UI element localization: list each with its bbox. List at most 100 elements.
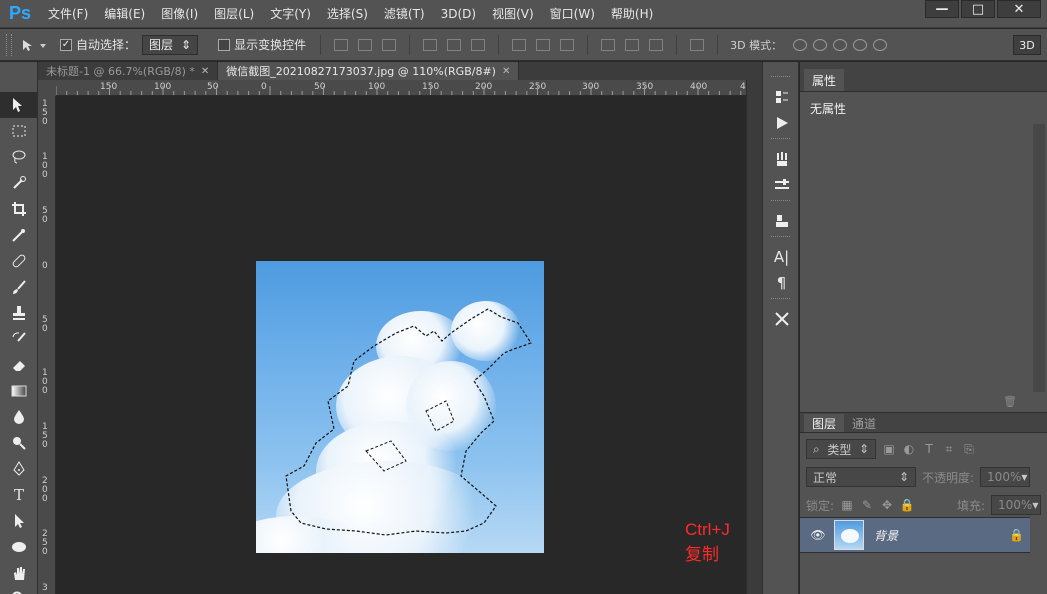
- type-tool[interactable]: T: [0, 482, 38, 508]
- layer-row-background[interactable]: 👁 背景 🔒: [800, 517, 1030, 553]
- ellipse-tool[interactable]: [0, 534, 38, 560]
- close-button[interactable]: ✕: [997, 0, 1041, 18]
- lock-transparency-icon[interactable]: ▦: [840, 498, 854, 512]
- 3d-rotate-icon[interactable]: [793, 38, 808, 51]
- document-image[interactable]: [256, 261, 544, 553]
- hand-tool[interactable]: [0, 560, 38, 586]
- lasso-tool[interactable]: [0, 144, 38, 170]
- menu-select[interactable]: 选择(S): [319, 0, 376, 28]
- character-panel-icon[interactable]: A|: [763, 244, 800, 270]
- lock-pixels-icon[interactable]: ✎: [860, 498, 874, 512]
- layer-name[interactable]: 背景: [874, 527, 1009, 544]
- paragraph-panel-icon[interactable]: ¶: [763, 270, 800, 296]
- clone-source-icon[interactable]: [763, 208, 800, 234]
- history-panel-icon[interactable]: [763, 84, 800, 110]
- menu-window[interactable]: 窗口(W): [542, 0, 603, 28]
- menu-type[interactable]: 文字(Y): [262, 0, 319, 28]
- canvas-scrollbar[interactable]: [746, 80, 762, 594]
- distribute-hcenter-icon[interactable]: [625, 38, 640, 51]
- brush-tool[interactable]: [0, 274, 38, 300]
- close-icon[interactable]: ✕: [502, 66, 510, 77]
- filter-shape-icon[interactable]: ⌗: [942, 442, 956, 456]
- distribute-bottom-icon[interactable]: [560, 38, 575, 51]
- clone-stamp-tool[interactable]: [0, 300, 38, 326]
- dock-grip[interactable]: [771, 298, 790, 304]
- align-top-icon[interactable]: [334, 38, 349, 51]
- options-grip[interactable]: [6, 33, 12, 56]
- distribute-left-icon[interactable]: [601, 38, 616, 51]
- distribute-right-icon[interactable]: [649, 38, 664, 51]
- show-transform-checkbox[interactable]: [218, 38, 231, 51]
- tab-layers[interactable]: 图层: [804, 414, 845, 432]
- tools-panel-icon[interactable]: [763, 306, 800, 332]
- distribute-vcenter-icon[interactable]: [536, 38, 551, 51]
- menu-file[interactable]: 文件(F): [40, 0, 96, 28]
- healing-brush-tool[interactable]: [0, 248, 38, 274]
- distribute-top-icon[interactable]: [512, 38, 527, 51]
- 3d-roll-icon[interactable]: [813, 38, 828, 51]
- gradient-tool[interactable]: [0, 378, 38, 404]
- dock-grip[interactable]: [771, 236, 790, 242]
- dock-grip[interactable]: [771, 138, 790, 144]
- blur-tool[interactable]: [0, 404, 38, 430]
- tab-screenshot[interactable]: 微信截图_20210827173037.jpg @ 110%(RGB/8#) ✕: [218, 62, 520, 80]
- opacity-field[interactable]: 100% ▾: [980, 467, 1031, 487]
- tab-properties[interactable]: 属性: [804, 69, 845, 91]
- auto-select-dropdown[interactable]: 图层 ⇕: [142, 34, 199, 55]
- ruler-horizontal[interactable]: 150 100 50 0 50 100 150 200 250 300 350 …: [56, 80, 746, 96]
- filter-adjust-icon[interactable]: ◐: [902, 442, 916, 456]
- auto-select-checkbox[interactable]: ✓: [60, 38, 72, 51]
- blend-mode-dropdown[interactable]: 正常 ⇕: [806, 467, 916, 487]
- quick-select-tool[interactable]: [0, 170, 38, 196]
- lock-all-icon[interactable]: 🔒: [900, 498, 915, 512]
- 3d-pan-icon[interactable]: [833, 38, 848, 51]
- tool-presets-icon[interactable]: [763, 172, 800, 198]
- filter-type-icon[interactable]: T: [922, 442, 936, 456]
- close-icon[interactable]: ✕: [201, 66, 209, 77]
- layer-filter-dropdown[interactable]: ⌕ 类型 ⇕: [806, 439, 876, 459]
- marquee-tool[interactable]: [0, 118, 38, 144]
- menu-edit[interactable]: 编辑(E): [96, 0, 153, 28]
- 3d-workspace-button[interactable]: 3D: [1013, 35, 1041, 55]
- actions-panel-icon[interactable]: [763, 110, 800, 136]
- move-tool[interactable]: [0, 92, 38, 118]
- fill-field[interactable]: 100% ▾: [991, 495, 1041, 515]
- path-select-tool[interactable]: [0, 508, 38, 534]
- 3d-slide-icon[interactable]: [853, 38, 868, 51]
- brush-presets-icon[interactable]: [763, 146, 800, 172]
- 3d-scale-icon[interactable]: [873, 38, 888, 51]
- menu-help[interactable]: 帮助(H): [603, 0, 661, 28]
- visibility-eye-icon[interactable]: 👁: [806, 528, 830, 542]
- menu-view[interactable]: 视图(V): [484, 0, 542, 28]
- tab-untitled[interactable]: 未标题-1 @ 66.7%(RGB/8) * ✕: [38, 62, 219, 80]
- properties-scrollbar[interactable]: [1033, 124, 1045, 392]
- align-right-icon[interactable]: [471, 38, 486, 51]
- trash-icon[interactable]: 🗑: [1003, 395, 1017, 408]
- filter-smart-icon[interactable]: ⎘: [962, 442, 976, 456]
- align-vcenter-icon[interactable]: [358, 38, 373, 51]
- pen-tool[interactable]: [0, 456, 38, 482]
- menu-image[interactable]: 图像(I): [153, 0, 206, 28]
- tab-channels[interactable]: 通道: [844, 414, 884, 432]
- align-left-icon[interactable]: [423, 38, 438, 51]
- eyedropper-tool[interactable]: [0, 222, 38, 248]
- align-bottom-icon[interactable]: [382, 38, 397, 51]
- maximize-button[interactable]: □: [961, 0, 995, 18]
- minimize-button[interactable]: —: [925, 0, 959, 18]
- lock-position-icon[interactable]: ✥: [880, 498, 894, 512]
- crop-tool[interactable]: [0, 196, 38, 222]
- auto-align-icon[interactable]: [690, 38, 705, 51]
- menu-filter[interactable]: 滤镜(T): [376, 0, 433, 28]
- filter-pixel-icon[interactable]: ▣: [882, 442, 896, 456]
- move-tool-preset[interactable]: [20, 35, 54, 55]
- dock-grip[interactable]: [771, 76, 790, 82]
- menu-3d[interactable]: 3D(D): [433, 0, 484, 28]
- menu-layer[interactable]: 图层(L): [206, 0, 262, 28]
- history-brush-tool[interactable]: [0, 326, 38, 352]
- dodge-tool[interactable]: [0, 430, 38, 456]
- zoom-tool[interactable]: [0, 586, 38, 594]
- eraser-tool[interactable]: [0, 352, 38, 378]
- align-hcenter-icon[interactable]: [447, 38, 462, 51]
- dock-grip[interactable]: [771, 200, 790, 206]
- canvas-area[interactable]: Ctrl+J复制: [56, 96, 746, 594]
